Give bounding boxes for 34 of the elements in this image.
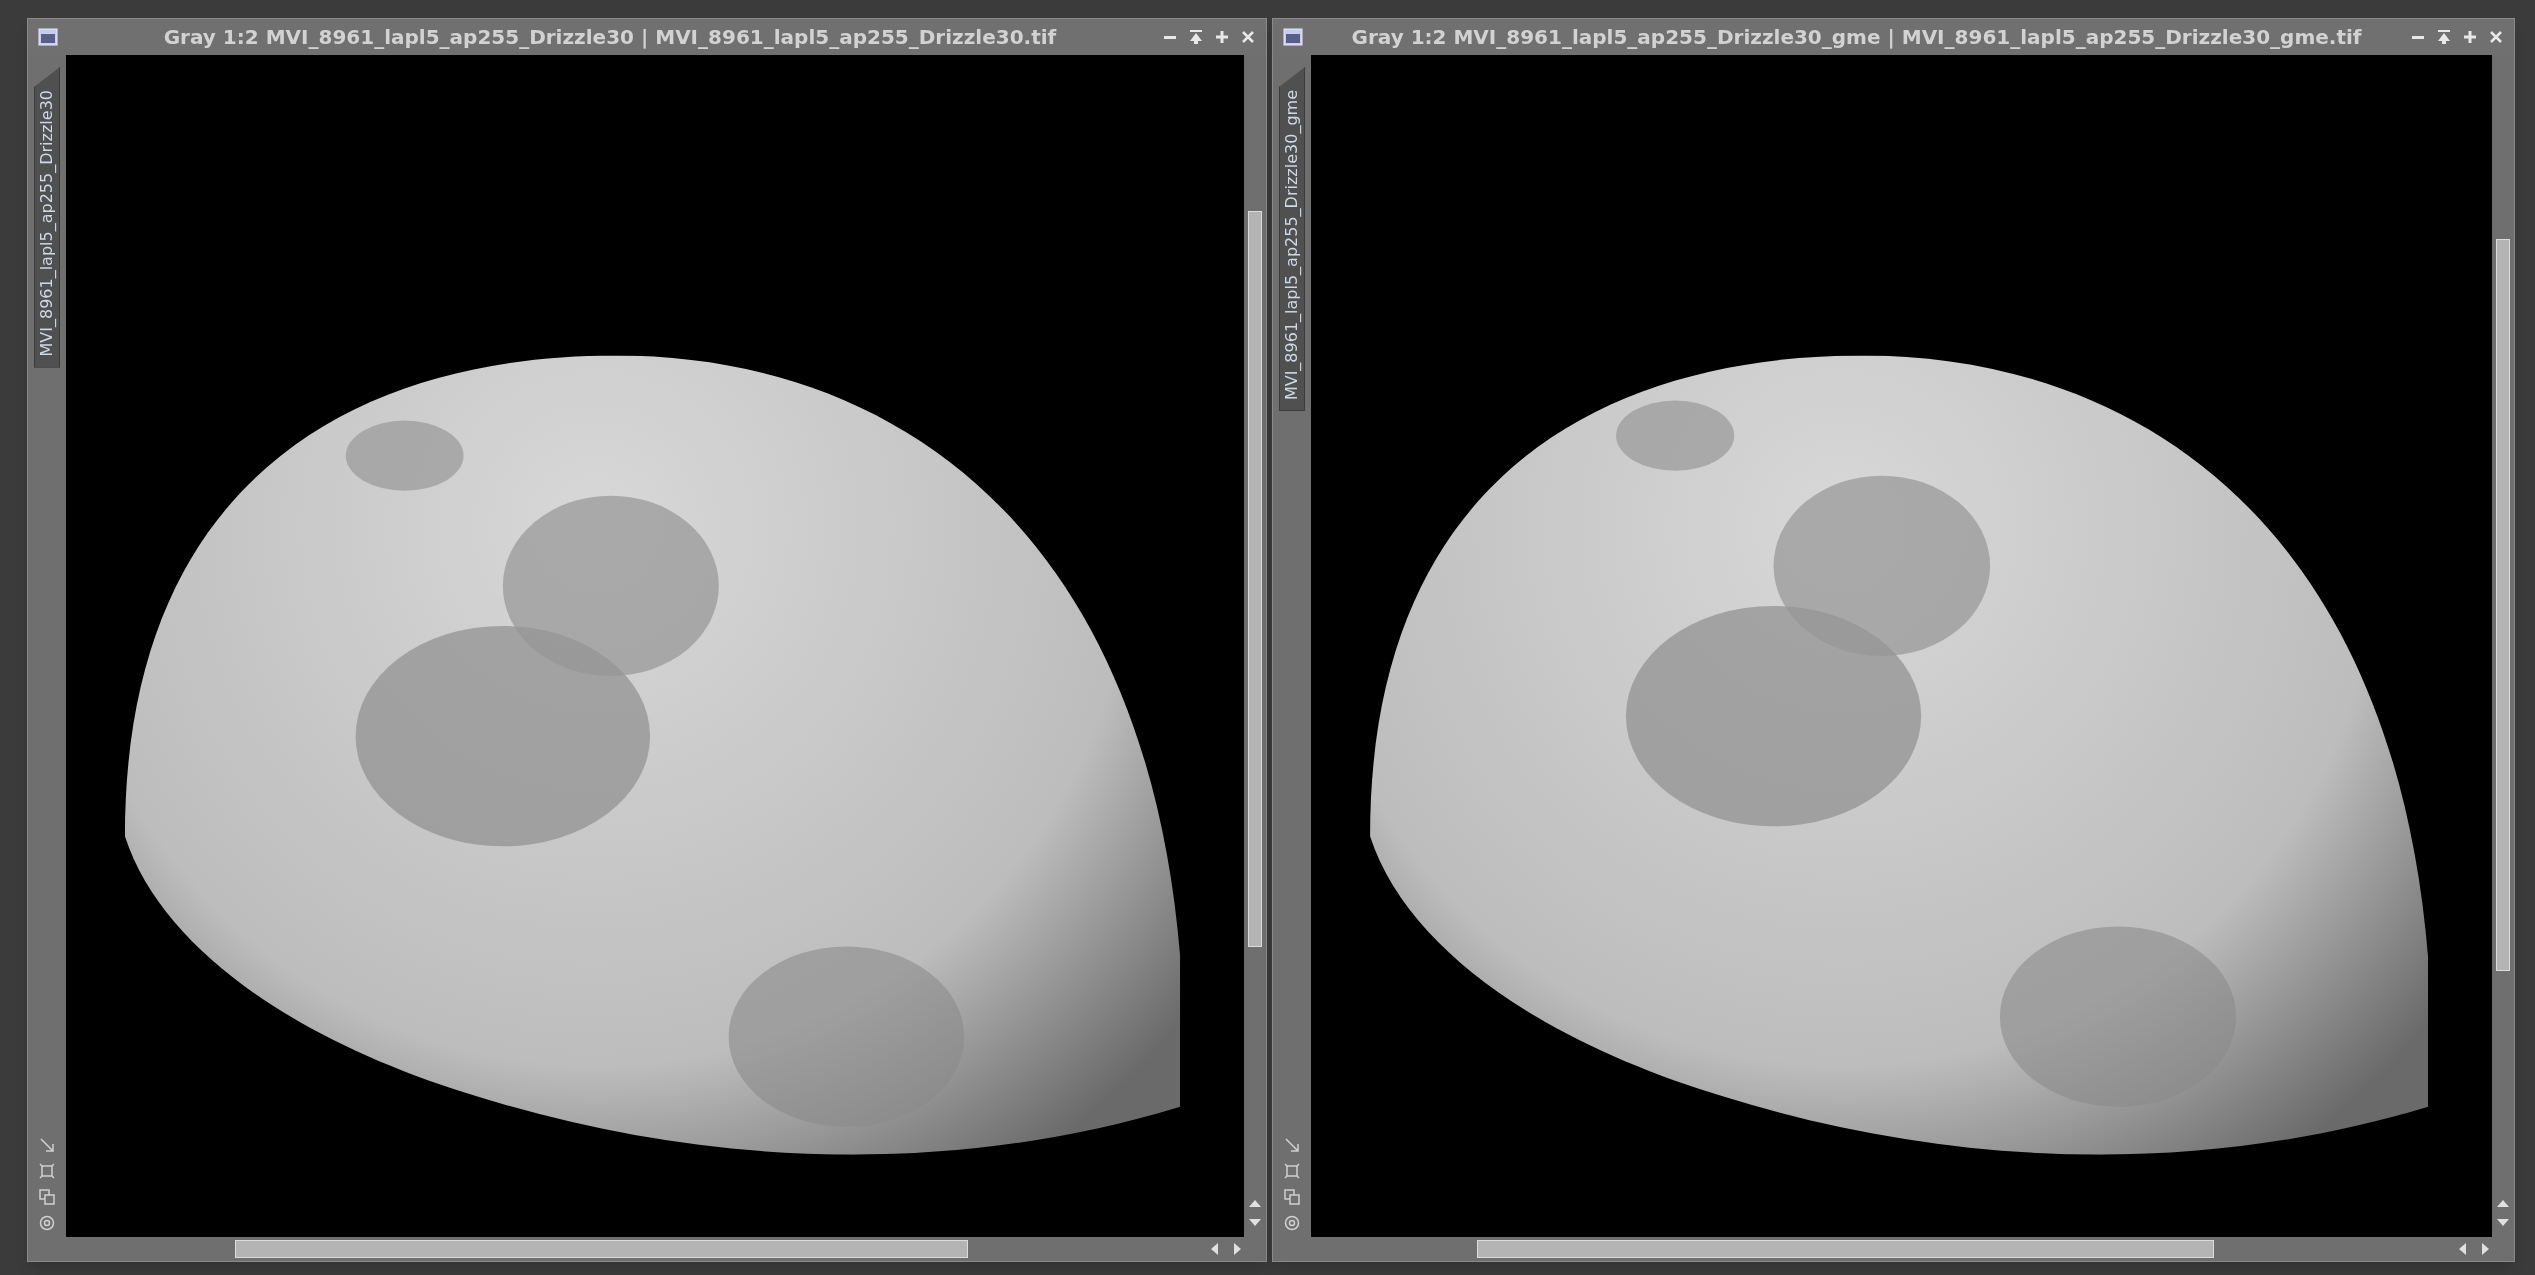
shade-icon[interactable] — [1188, 29, 1204, 45]
side-tab-label: MVI_8961_lapl5_ap255_Drizzle30_gme — [1281, 90, 1302, 401]
side-tab-label: MVI_8961_lapl5_ap255_Drizzle30 — [36, 90, 57, 357]
window-title: Gray 1:2 MVI_8961_lapl5_ap255_Drizzle30 | MVI_8961_lapl5_ap255_Drizzle30.tif — [162, 24, 1058, 51]
window-icon[interactable] — [38, 28, 58, 46]
frame-icon[interactable] — [1284, 1163, 1300, 1179]
scroll-down-icon[interactable] — [1248, 1218, 1262, 1227]
window-title: Gray 1:2 MVI_8961_lapl5_ap255_Drizzle30_gme | MVI_8961_lapl5_ap255_Drizzle30_gme.tif — [1350, 24, 2363, 51]
overlapping-squares-icon[interactable] — [39, 1189, 55, 1205]
window-icon[interactable] — [1283, 28, 1303, 46]
scrollbar-thumb[interactable] — [235, 1240, 968, 1258]
frame-icon[interactable] — [39, 1163, 55, 1179]
maximize-icon[interactable] — [2462, 29, 2478, 45]
close-icon[interactable] — [1240, 29, 1256, 45]
scroll-left-icon[interactable] — [1210, 1242, 1219, 1256]
target-icon[interactable] — [39, 1215, 55, 1231]
scrollbar-thumb[interactable] — [1248, 211, 1262, 947]
target-icon[interactable] — [1284, 1215, 1300, 1231]
scroll-right-icon[interactable] — [2481, 1242, 2490, 1256]
scroll-up-icon[interactable] — [2496, 1199, 2510, 1208]
overlapping-squares-icon[interactable] — [1284, 1189, 1300, 1205]
scroll-left-icon[interactable] — [2458, 1242, 2467, 1256]
side-tab[interactable]: MVI_8961_lapl5_ap255_Drizzle30 — [34, 67, 60, 368]
side-tab[interactable]: MVI_8961_lapl5_ap255_Drizzle30_gme — [1279, 67, 1305, 412]
diagonal-arrow-icon[interactable] — [1284, 1137, 1300, 1153]
scrollbar-thumb[interactable] — [2496, 239, 2510, 971]
scroll-down-icon[interactable] — [2496, 1218, 2510, 1227]
maximize-icon[interactable] — [1214, 29, 1230, 45]
scroll-right-icon[interactable] — [1233, 1242, 1242, 1256]
diagonal-arrow-icon[interactable] — [39, 1137, 55, 1153]
scrollbar-thumb[interactable] — [1477, 1240, 2214, 1258]
scroll-up-icon[interactable] — [1248, 1199, 1262, 1208]
shade-icon[interactable] — [2436, 29, 2452, 45]
close-icon[interactable] — [2488, 29, 2504, 45]
